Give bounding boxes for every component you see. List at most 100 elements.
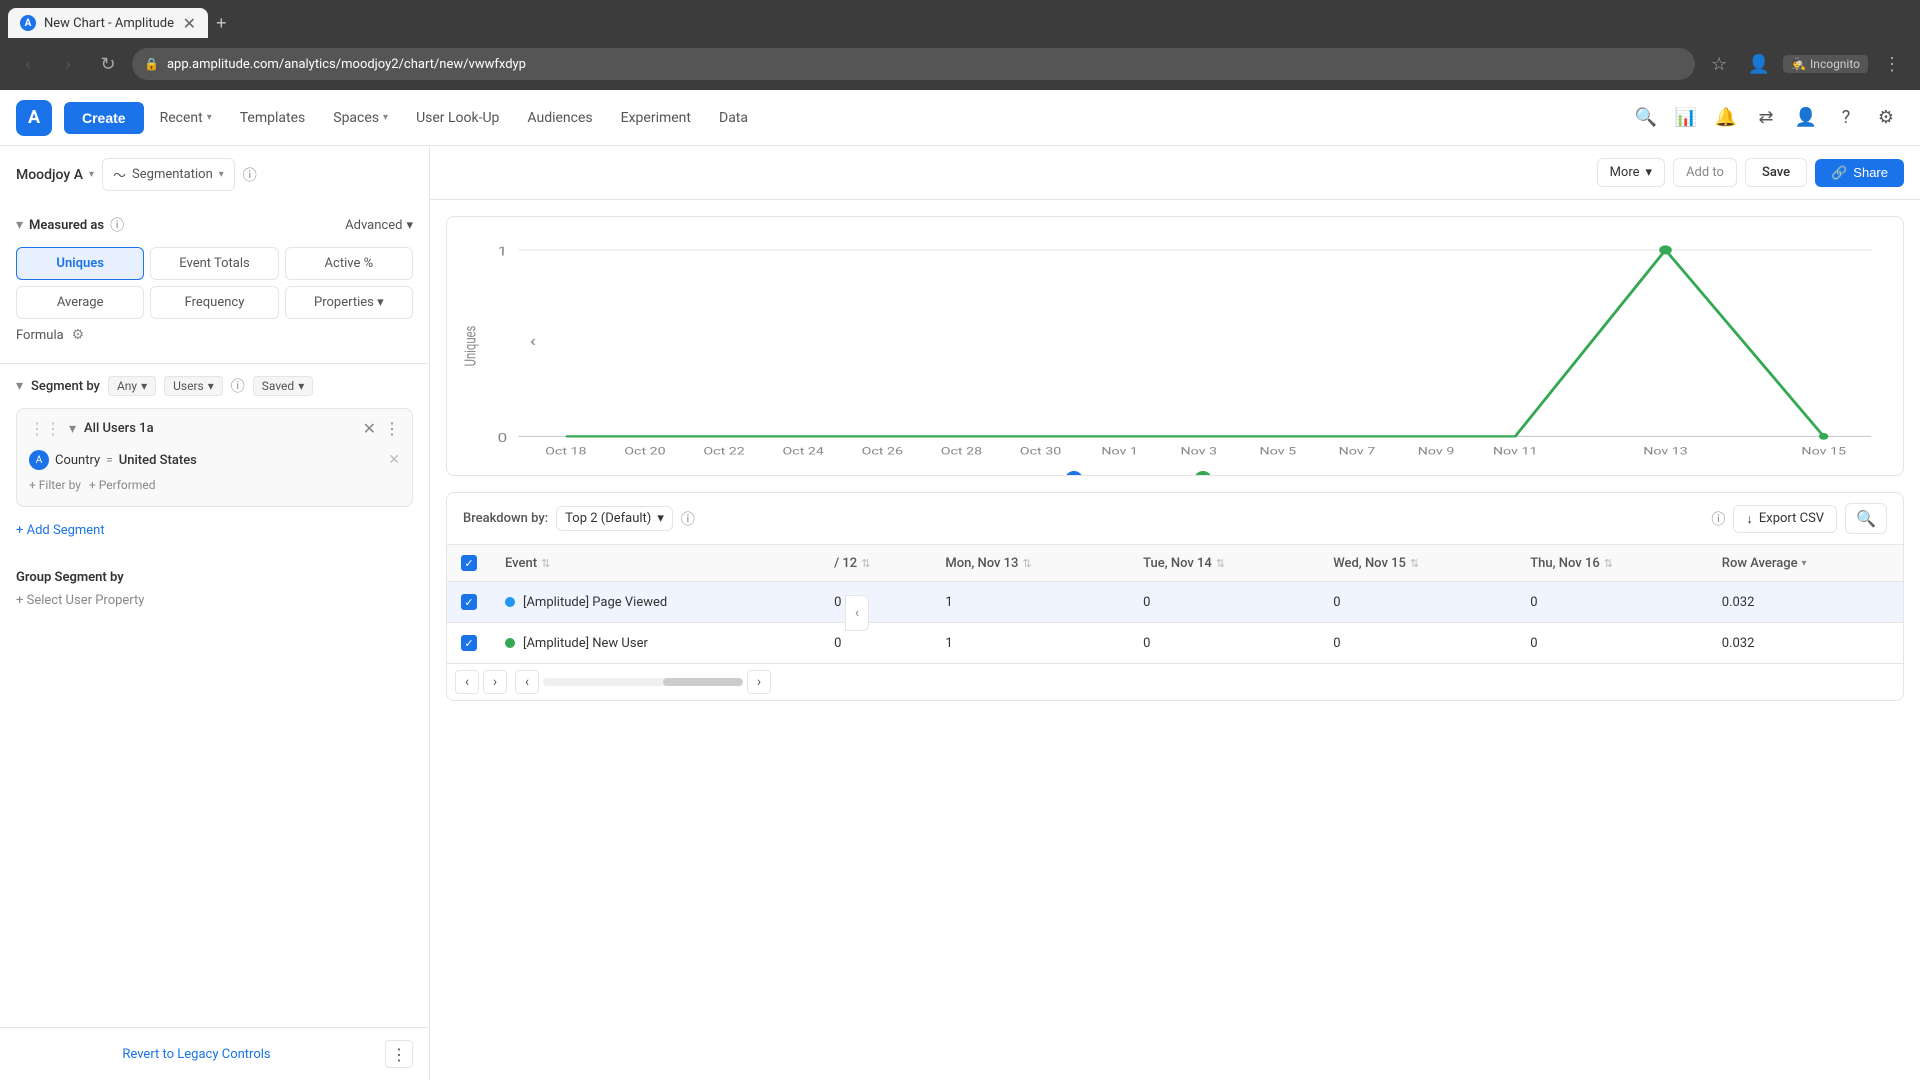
add-to-button[interactable]: Add to (1673, 158, 1737, 187)
nav-item-templates[interactable]: Templates (228, 102, 318, 134)
collapse-panel-button[interactable]: ‹ (845, 595, 869, 631)
performed-button[interactable]: + Performed (89, 478, 156, 492)
nov13-header[interactable]: Mon, Nov 13 ⇅ (931, 545, 1129, 582)
measure-properties-btn[interactable]: Properties ▾ (285, 286, 413, 319)
nov15-sort-icon[interactable]: ⇅ (1410, 557, 1419, 570)
measure-active-pct-btn[interactable]: Active % (285, 247, 413, 280)
segment-collapse-icon[interactable]: ▾ (69, 421, 76, 437)
filter-by-button[interactable]: + Filter by (29, 478, 81, 492)
row2-checkbox[interactable]: ✓ (461, 635, 477, 651)
chart-type-selector[interactable]: 〜 Segmentation ▾ (102, 158, 235, 191)
revert-to-legacy-button[interactable]: Revert to Legacy Controls (16, 1047, 377, 1062)
table-search-icon[interactable]: 🔍 (1845, 503, 1887, 534)
checkmark-icon: ✓ (464, 557, 473, 570)
table-row[interactable]: ✓ [Amplitude] Page Viewed (447, 582, 1903, 623)
measured-as-info-icon[interactable]: ⓘ (110, 215, 124, 235)
nav-item-user-lookup[interactable]: User Look-Up (404, 102, 511, 134)
row-avg-header[interactable]: Row Average ▾ (1708, 545, 1903, 582)
measure-frequency-btn[interactable]: Frequency (150, 286, 278, 319)
horizontal-scrollbar[interactable] (543, 678, 743, 686)
analytics-icon-btn[interactable]: 📊 (1668, 100, 1704, 136)
extensions-button[interactable]: ⋮ (1876, 48, 1908, 80)
event-sort-icon[interactable]: ⇅ (541, 557, 550, 570)
active-tab[interactable]: A New Chart - Amplitude ✕ (8, 8, 208, 38)
user-icon-btn[interactable]: 👤 (1788, 100, 1824, 136)
table-row[interactable]: ✓ [Amplitude] New User (447, 623, 1903, 664)
col12-sort-icon[interactable]: ⇅ (861, 557, 870, 570)
new-tab-button[interactable]: + (208, 9, 235, 38)
saved-label: Saved (262, 379, 294, 393)
country-filter-name[interactable]: Country (55, 453, 100, 468)
scroll-right-button[interactable]: ‹ (515, 670, 539, 694)
row2-col12: 0 (820, 623, 931, 664)
bookmark-button[interactable]: ☆ (1703, 48, 1735, 80)
scrollbar-thumb[interactable] (663, 678, 743, 686)
scroll-far-right-button[interactable]: › (747, 670, 771, 694)
measure-average-btn[interactable]: Average (16, 286, 144, 319)
segment-info-icon[interactable]: ⓘ (231, 376, 245, 396)
measure-uniques-btn[interactable]: Uniques (16, 247, 144, 280)
segment-toggle[interactable]: ▾ (16, 378, 23, 394)
nav-item-recent[interactable]: Recent ▾ (148, 102, 224, 134)
export-csv-button[interactable]: ↓ Export CSV (1733, 505, 1837, 533)
table-info-icon[interactable]: ⓘ (1711, 509, 1725, 529)
select-all-checkbox[interactable]: ✓ (461, 555, 477, 571)
nov14-header[interactable]: Tue, Nov 14 ⇅ (1129, 545, 1319, 582)
help-icon-btn[interactable]: ? (1828, 100, 1864, 136)
nov15-header[interactable]: Wed, Nov 15 ⇅ (1319, 545, 1516, 582)
breakdown-select[interactable]: Top 2 (Default) ▾ (556, 506, 673, 531)
segment-menu-button[interactable]: ⋮ (384, 419, 400, 438)
event-column-header[interactable]: Event ⇅ (491, 545, 820, 582)
more-dropdown-button[interactable]: More ▾ (1597, 158, 1665, 187)
create-button[interactable]: Create (64, 102, 144, 134)
workspace-selector[interactable]: Moodjoy A ▾ (16, 167, 94, 183)
saved-badge[interactable]: Saved ▾ (253, 376, 313, 396)
row-avg-chevron[interactable]: ▾ (1802, 558, 1807, 569)
sync-icon-btn[interactable]: ⇄ (1748, 100, 1784, 136)
row1-checkbox-cell[interactable]: ✓ (447, 582, 491, 623)
col12-header[interactable]: / 12 ⇅ (820, 545, 931, 582)
row2-checkbox-cell[interactable]: ✓ (447, 623, 491, 664)
share-button[interactable]: 🔗 Share (1815, 159, 1904, 187)
forward-button[interactable]: › (52, 48, 84, 80)
address-bar[interactable]: 🔒 app.amplitude.com/analytics/moodjoy2/c… (132, 48, 1695, 80)
nov14-sort-icon[interactable]: ⇅ (1216, 557, 1225, 570)
segment-remove-button[interactable]: ✕ (363, 419, 376, 438)
row1-checkbox[interactable]: ✓ (461, 594, 477, 610)
nov16-header[interactable]: Thu, Nov 16 ⇅ (1516, 545, 1708, 582)
advanced-button[interactable]: Advanced ▾ (345, 218, 413, 233)
chart-info-icon[interactable]: ⓘ (243, 165, 257, 185)
country-filter-value[interactable]: United States (119, 453, 197, 468)
back-button[interactable]: ‹ (12, 48, 44, 80)
nov13-sort-icon[interactable]: ⇅ (1022, 557, 1031, 570)
scroll-right-small-button[interactable]: › (483, 670, 507, 694)
measure-event-totals-btn[interactable]: Event Totals (150, 247, 278, 280)
nav-item-data[interactable]: Data (707, 102, 760, 134)
reload-button[interactable]: ↻ (92, 48, 124, 80)
col12-label: / 12 (834, 556, 857, 571)
select-user-property-button[interactable]: + Select User Property (16, 593, 413, 608)
nov16-sort-icon[interactable]: ⇅ (1604, 557, 1613, 570)
drag-handle[interactable]: ⋮⋮ (29, 419, 61, 438)
search-icon-btn[interactable]: 🔍 (1628, 100, 1664, 136)
save-button[interactable]: Save (1745, 158, 1807, 187)
table-scroll-area[interactable]: ✓ Event ⇅ (447, 545, 1903, 663)
nav-item-audiences[interactable]: Audiences (515, 102, 604, 134)
notifications-icon-btn[interactable]: 🔔 (1708, 100, 1744, 136)
country-filter-remove[interactable]: ✕ (388, 452, 400, 468)
measured-as-toggle[interactable]: ▾ (16, 217, 23, 233)
add-segment-button[interactable]: + Add Segment (16, 515, 413, 546)
panel-more-menu-button[interactable]: ⋮ (385, 1040, 413, 1068)
settings-icon-btn[interactable]: ⚙ (1868, 100, 1904, 136)
users-badge[interactable]: Users ▾ (164, 376, 223, 396)
scroll-left-button[interactable]: ‹ (455, 670, 479, 694)
nav-item-experiment[interactable]: Experiment (609, 102, 703, 134)
breakdown-info-icon[interactable]: ⓘ (681, 509, 695, 529)
nav-item-spaces[interactable]: Spaces ▾ (321, 102, 400, 134)
amplitude-logo[interactable]: A (16, 100, 52, 136)
profile-button[interactable]: 👤 (1743, 48, 1775, 80)
any-badge[interactable]: Any ▾ (108, 376, 156, 396)
right-scroll-controls: ‹ › (515, 670, 771, 694)
tab-close-button[interactable]: ✕ (183, 14, 196, 33)
formula-icon[interactable]: ⚙ (72, 327, 85, 343)
